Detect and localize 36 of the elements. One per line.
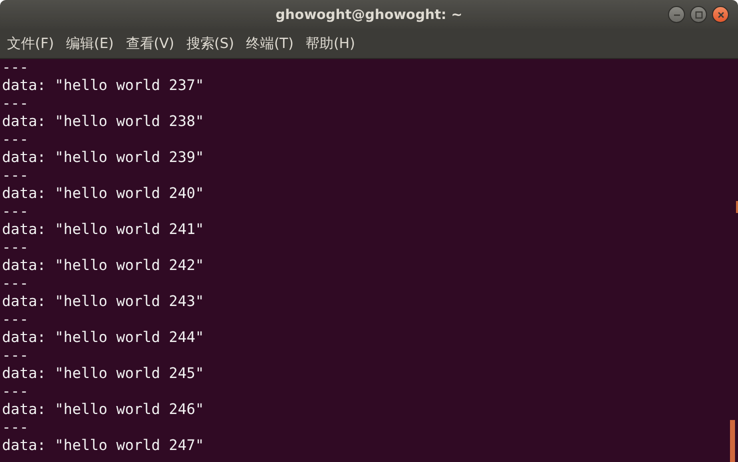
menu-item[interactable]: 文件(F) bbox=[7, 34, 54, 52]
menu-item[interactable]: 编辑(E) bbox=[66, 34, 114, 52]
window-title: ghowoght@ghowoght: ~ bbox=[276, 6, 462, 22]
menu-item[interactable]: 搜索(S) bbox=[186, 34, 234, 52]
menu-item[interactable]: 帮助(H) bbox=[306, 34, 356, 52]
terminal-line: data: "hello world 246" bbox=[2, 401, 206, 419]
terminal-line: data: "hello world 243" bbox=[2, 293, 206, 311]
terminal-line: data: "hello world 241" bbox=[2, 221, 206, 239]
close-button[interactable] bbox=[712, 6, 729, 23]
terminal-line: --- bbox=[2, 311, 30, 329]
menu-item[interactable]: 查看(V) bbox=[126, 34, 174, 52]
maximize-button[interactable] bbox=[690, 6, 707, 23]
terminal-line: data: "hello world 238" bbox=[2, 113, 206, 131]
terminal-line: data: "hello world 244" bbox=[2, 329, 206, 347]
terminal-line: data: "hello world 237" bbox=[2, 77, 206, 95]
maximize-icon bbox=[694, 10, 702, 18]
terminal-line: --- bbox=[2, 203, 30, 221]
terminal-line: data: "hello world 242" bbox=[2, 257, 206, 275]
terminal-line: data: "hello world 245" bbox=[2, 365, 206, 383]
terminal-line: --- bbox=[2, 419, 30, 437]
terminal-line: --- bbox=[2, 167, 30, 185]
menu-item[interactable]: 终端(T) bbox=[246, 34, 294, 52]
terminal-line: --- bbox=[2, 95, 30, 113]
scrollbar-thumb[interactable] bbox=[730, 420, 735, 462]
terminal-line: --- bbox=[2, 59, 30, 77]
terminal-line: data: "hello world 240" bbox=[2, 185, 206, 203]
terminal-line: --- bbox=[2, 275, 30, 293]
terminal-line: data: "hello world 247" bbox=[2, 437, 206, 455]
terminal-line: --- bbox=[2, 383, 30, 401]
terminal-line: --- bbox=[2, 347, 30, 365]
terminal-line: data: "hello world 239" bbox=[2, 149, 206, 167]
terminal-line: --- bbox=[2, 131, 30, 149]
scrollbar-marker bbox=[736, 201, 738, 213]
terminal-line: --- bbox=[2, 239, 30, 257]
minimize-button[interactable] bbox=[668, 6, 685, 23]
close-icon bbox=[716, 10, 724, 18]
